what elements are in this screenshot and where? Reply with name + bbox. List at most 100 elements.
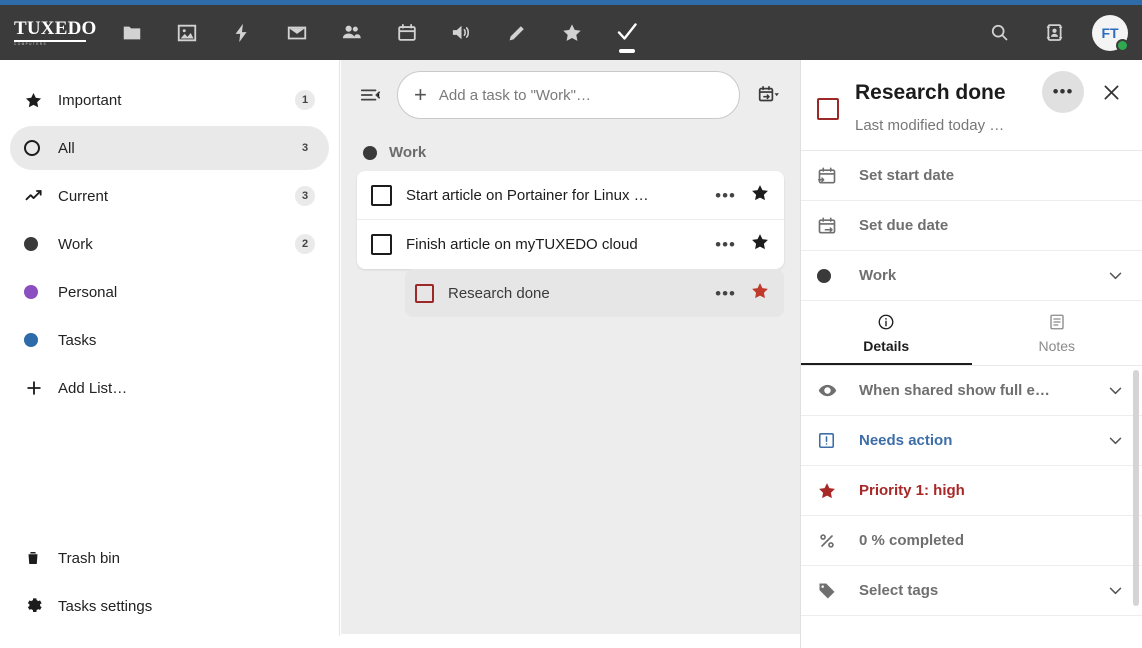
sidebar-item-trash-bin[interactable]: Trash bin: [10, 536, 329, 580]
tab-details[interactable]: Details: [801, 301, 972, 365]
detail-row-status[interactable]: Needs action: [801, 416, 1142, 466]
detail-scrollbar[interactable]: [1133, 370, 1139, 606]
add-task-input[interactable]: [438, 86, 723, 104]
star-icon: [24, 91, 50, 110]
collapse-list-button[interactable]: [355, 80, 385, 110]
task-checkbox[interactable]: [371, 234, 392, 255]
header-right-actions: FT: [972, 5, 1142, 60]
nav-item-tasks[interactable]: [599, 5, 654, 60]
dot-icon: [24, 333, 50, 347]
sidebar-item-label: All: [58, 139, 75, 157]
dot-icon: [817, 268, 843, 283]
nav-item-contacts[interactable]: [324, 5, 379, 60]
contacts-icon: [342, 25, 361, 39]
detail-rows-scroll: When shared show full e… Needs action Pr…: [801, 366, 1142, 616]
app-nav: [104, 5, 654, 60]
detail-row-list[interactable]: Work: [801, 251, 1142, 301]
detail-checkbox[interactable]: [817, 98, 839, 120]
notes-icon: [1050, 314, 1064, 329]
sidebar-item-personal[interactable]: Personal: [10, 270, 329, 314]
task-row[interactable]: Finish article on myTUXEDO cloud •••: [357, 220, 784, 269]
tab-notes[interactable]: Notes: [972, 301, 1142, 365]
nav-item-photos[interactable]: [159, 5, 214, 60]
more-icon[interactable]: •••: [701, 285, 750, 302]
star-icon: [817, 481, 843, 501]
sidebar-item-important[interactable]: Important 1: [10, 78, 329, 122]
mail-icon: [287, 26, 306, 39]
nav-item-favorites[interactable]: [544, 5, 599, 60]
add-task-field[interactable]: +: [397, 71, 740, 119]
subtask-row[interactable]: Research done •••: [405, 269, 784, 317]
detail-more-button[interactable]: •••: [1042, 71, 1084, 113]
info-icon: [878, 314, 894, 329]
nav-item-calendar[interactable]: [379, 5, 434, 60]
star-icon[interactable]: [750, 232, 770, 257]
task-checkbox[interactable]: [371, 184, 392, 206]
plus-icon: [24, 378, 50, 398]
sidebar-bottom: Trash bin Tasks settings: [0, 532, 339, 632]
nav-item-notes[interactable]: [489, 5, 544, 60]
search-button[interactable]: [972, 5, 1027, 60]
detail-row-due-date[interactable]: Set due date: [801, 201, 1142, 251]
task-row[interactable]: Start article on Portainer for Linux … •…: [357, 171, 784, 220]
task-group-header: Work: [341, 130, 800, 171]
more-icon[interactable]: •••: [701, 236, 750, 253]
pencil-icon: [509, 25, 524, 40]
nav-item-announcements[interactable]: [434, 5, 489, 60]
avatar-initials: FT: [1101, 24, 1119, 41]
star-icon[interactable]: [750, 281, 770, 306]
photos-icon: [177, 24, 196, 41]
sidebar-item-current[interactable]: Current 3: [10, 174, 329, 218]
detail-row-label: Set due date: [859, 217, 949, 234]
detail-row-tags[interactable]: Select tags: [801, 566, 1142, 616]
sidebar-item-all[interactable]: All 3: [10, 126, 329, 170]
nav-item-mail[interactable]: [269, 5, 324, 60]
nav-item-activity[interactable]: [214, 5, 269, 60]
sidebar-item-count: 3: [301, 142, 309, 154]
lightning-icon: [235, 23, 247, 42]
sidebar-item-label: Add List…: [58, 379, 128, 397]
detail-row-label: When shared show full e…: [859, 382, 1050, 399]
sidebar-item-label: Important: [58, 91, 122, 109]
sidebar-item-tasks[interactable]: Tasks: [10, 318, 329, 362]
detail-row-label: Set start date: [859, 167, 955, 184]
sidebar-item-add-list[interactable]: Add List…: [10, 366, 329, 410]
detail-close-button[interactable]: [1094, 75, 1128, 109]
sidebar-item-label: Tasks: [58, 331, 97, 349]
star-icon[interactable]: [750, 183, 770, 208]
more-icon[interactable]: •••: [701, 187, 750, 204]
chevron-down-icon[interactable]: [1104, 267, 1126, 284]
chevron-down-icon[interactable]: [1104, 432, 1126, 449]
contacts-menu-button[interactable]: [1027, 5, 1082, 60]
sidebar-item-label: Tasks settings: [58, 597, 153, 615]
sidebar-item-count: 2: [295, 234, 315, 254]
dot-icon: [24, 237, 50, 251]
chevron-down-icon[interactable]: [1104, 382, 1126, 399]
detail-row-completion[interactable]: 0 % completed: [801, 516, 1142, 566]
percent-icon: [817, 531, 843, 551]
sidebar-item-work[interactable]: Work 2: [10, 222, 329, 266]
tab-label: Details: [863, 337, 910, 354]
tuxedo-logo[interactable]: TUXEDO COMPUTERS: [14, 18, 96, 48]
search-icon: [991, 24, 1008, 41]
detail-row-priority[interactable]: Priority 1: high: [801, 466, 1142, 516]
detail-title-row: Research done Last modified today …: [801, 78, 1142, 134]
detail-row-label: Work: [859, 267, 897, 284]
sidebar-item-tasks-settings[interactable]: Tasks settings: [10, 584, 329, 628]
subtask-checkbox[interactable]: [415, 283, 434, 303]
chevron-down-icon[interactable]: [1104, 582, 1126, 599]
nav-item-files[interactable]: [104, 5, 159, 60]
online-status-dot: [1116, 38, 1129, 52]
detail-row-visibility[interactable]: When shared show full e…: [801, 366, 1142, 416]
tag-icon: [817, 581, 843, 601]
avatar[interactable]: FT: [1092, 14, 1129, 52]
subtask-card: Research done •••: [405, 269, 784, 317]
sidebar-list: Important 1 All 3 Current 3 Work 2 Perso…: [0, 60, 339, 410]
detail-row-start-date[interactable]: Set start date: [801, 151, 1142, 201]
close-icon: [1104, 85, 1118, 99]
logo-subtext: COMPUTERS: [14, 41, 47, 46]
calendar-due-icon: [817, 216, 843, 236]
due-date-picker-button[interactable]: [752, 78, 786, 112]
task-detail-panel: Research done Last modified today … ••• …: [800, 60, 1142, 648]
sidebar-item-count: 1: [295, 90, 315, 110]
